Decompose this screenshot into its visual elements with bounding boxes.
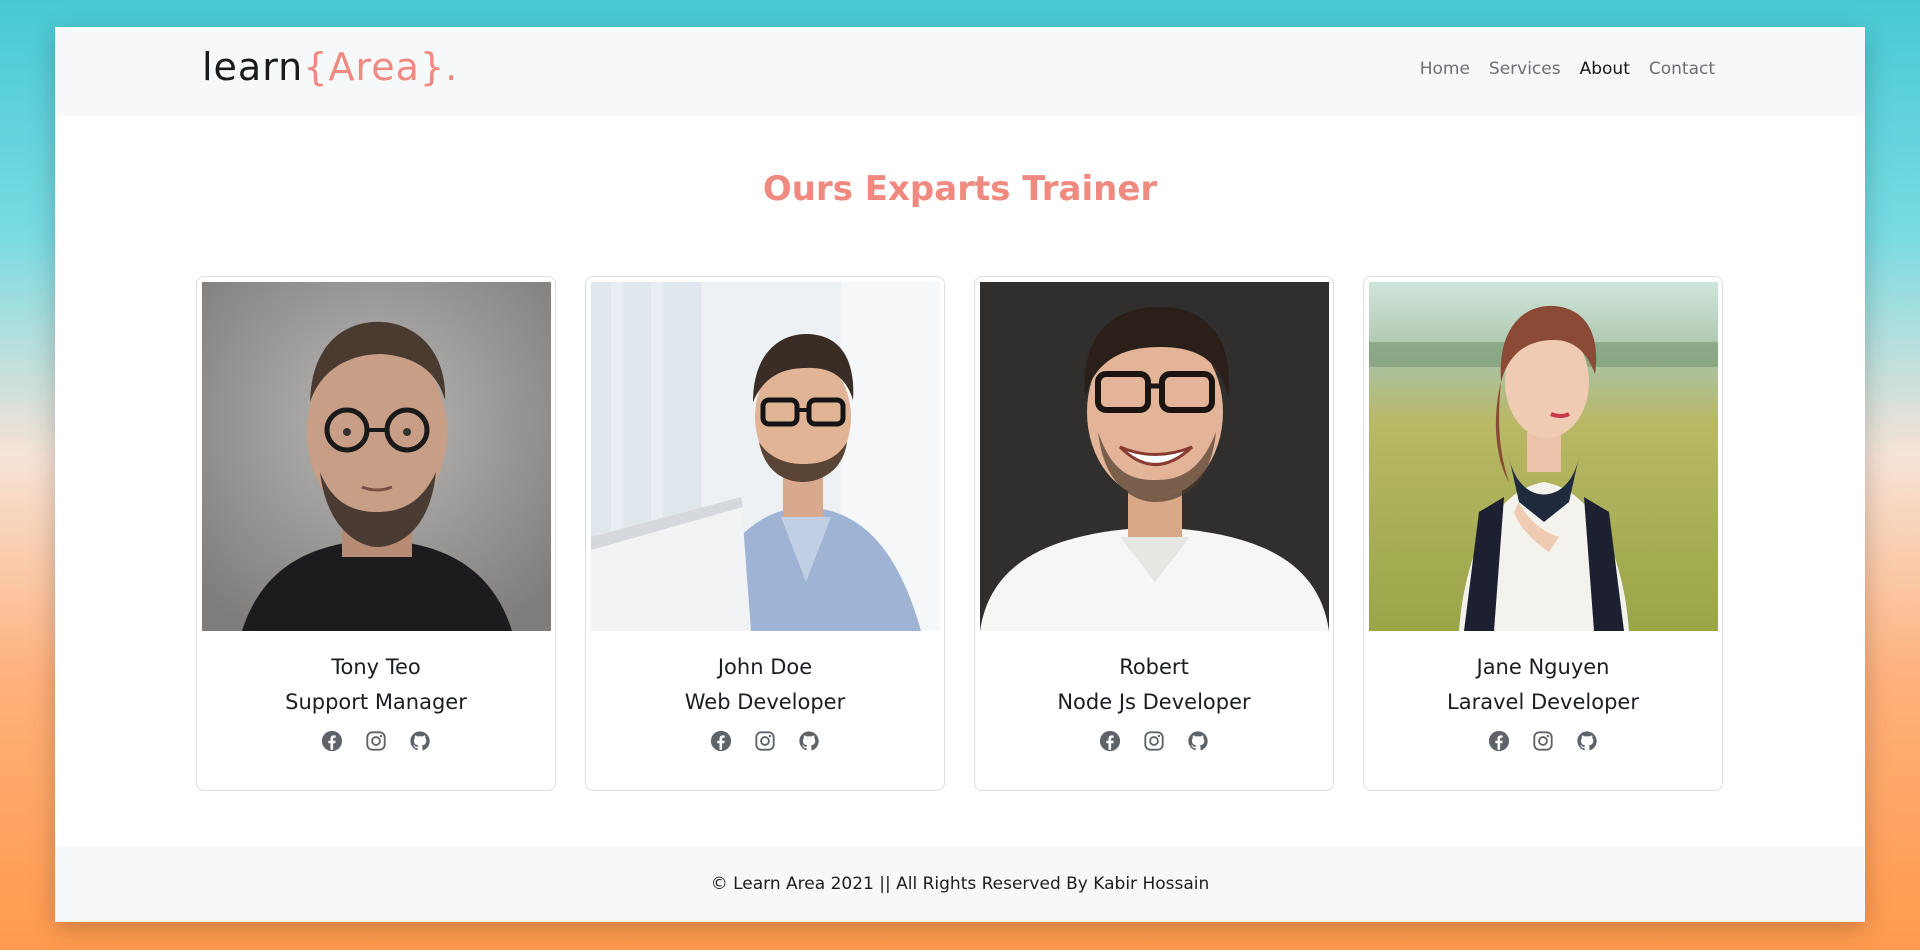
logo[interactable]: learn{Area}. <box>202 45 458 89</box>
trainer-name: Tony Teo <box>331 655 421 679</box>
trainer-role: Laravel Developer <box>1447 690 1639 714</box>
trainer-role: Web Developer <box>684 690 846 714</box>
nav-contact[interactable]: Contact <box>1649 59 1715 79</box>
trainer-card: Robert Node Js Developer <box>974 276 1334 791</box>
trainer-role: Support Manager <box>285 690 467 714</box>
facebook-icon[interactable] <box>321 730 343 752</box>
nav-services[interactable]: Services <box>1489 59 1561 79</box>
trainer-photo-image <box>1369 282 1718 631</box>
footer-copyright: © Learn Area 2021 || All Rights Reserved… <box>710 874 1210 894</box>
trainer-name: John Doe <box>717 655 813 679</box>
facebook-icon[interactable] <box>710 730 732 752</box>
facebook-icon[interactable] <box>1099 730 1121 752</box>
facebook-icon[interactable] <box>1488 730 1510 752</box>
trainer-card: Tony Teo Support Manager <box>196 276 556 791</box>
trainer-photo-image <box>591 282 940 631</box>
github-icon[interactable] <box>409 730 431 752</box>
trainer-photo <box>202 282 551 631</box>
instagram-icon[interactable] <box>1532 730 1554 752</box>
trainer-photo-image <box>980 282 1329 631</box>
social-links <box>1369 730 1717 752</box>
instagram-icon[interactable] <box>365 730 387 752</box>
github-icon[interactable] <box>1576 730 1598 752</box>
trainer-card: John Doe Web Developer <box>585 276 945 791</box>
logo-accent: {Area}. <box>303 45 459 89</box>
navbar: learn{Area}. Home Services About Contact <box>55 27 1865 116</box>
social-links <box>202 730 550 752</box>
nav-about[interactable]: About <box>1580 59 1630 79</box>
trainer-photo <box>980 282 1329 631</box>
nav-home[interactable]: Home <box>1420 59 1470 79</box>
trainer-role: Node Js Developer <box>1057 690 1251 714</box>
github-icon[interactable] <box>798 730 820 752</box>
trainer-photo <box>1369 282 1718 631</box>
instagram-icon[interactable] <box>754 730 776 752</box>
nav-links: Home Services About Contact <box>1420 59 1715 79</box>
trainer-photo <box>591 282 940 631</box>
social-links <box>591 730 939 752</box>
instagram-icon[interactable] <box>1143 730 1165 752</box>
trainer-name: Jane Nguyen <box>1476 655 1610 679</box>
trainer-cards: Tony Teo Support Manager John Doe Web De… <box>196 276 1723 791</box>
social-links <box>980 730 1328 752</box>
trainer-name: Robert <box>1119 655 1189 679</box>
footer: © Learn Area 2021 || All Rights Reserved… <box>55 847 1865 922</box>
trainer-photo-image <box>202 282 551 631</box>
logo-main: learn <box>202 45 304 89</box>
trainer-card: Jane Nguyen Laravel Developer <box>1363 276 1723 791</box>
github-icon[interactable] <box>1187 730 1209 752</box>
section-title: Ours Exparts Trainer <box>762 169 1158 209</box>
page: learn{Area}. Home Services About Contact… <box>55 27 1865 922</box>
